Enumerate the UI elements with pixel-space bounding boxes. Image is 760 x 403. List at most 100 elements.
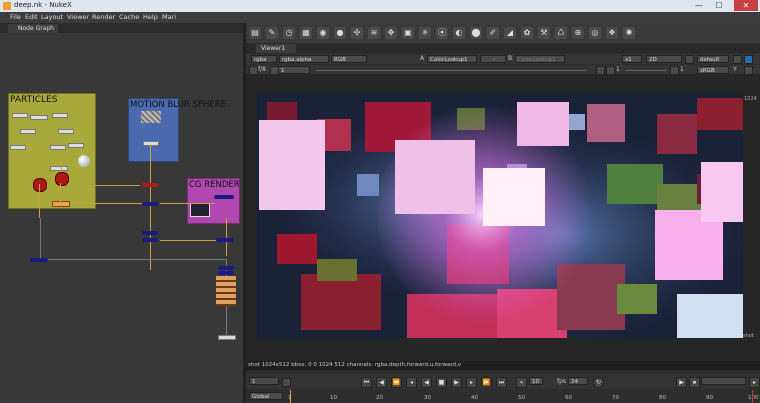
timeline[interactable]: Global 1 10 20 30 40 50 60 70 80 90 100 xyxy=(246,390,760,403)
lut-dropdown[interactable]: default xyxy=(697,55,729,63)
lock-icon[interactable] xyxy=(733,55,742,64)
menu-edit[interactable]: Edit xyxy=(25,13,38,21)
grid-icon[interactable] xyxy=(744,55,753,64)
input-b-dropdown[interactable]: ColorLookup1 xyxy=(515,55,565,63)
backdrop-particles[interactable]: PARTICLES xyxy=(8,93,96,209)
view-mode-dropdown[interactable]: 2D xyxy=(646,55,682,63)
frame-field[interactable]: 1 xyxy=(278,66,310,74)
skip-to-start-button[interactable]: ⏮ xyxy=(361,377,372,388)
previous-increment-button[interactable]: ⏪ xyxy=(391,377,402,388)
particles-icon[interactable]: ✳ xyxy=(419,27,431,39)
merge-node[interactable] xyxy=(218,266,234,270)
menu-render[interactable]: Render xyxy=(92,13,115,21)
previous-keyframe-button[interactable]: ◀ xyxy=(376,377,387,388)
end-frame-field[interactable] xyxy=(701,377,746,385)
input-a-dropdown[interactable]: ColorLookup1 xyxy=(427,55,477,63)
next-frame-button[interactable]: ▸ xyxy=(466,377,477,388)
channel-icon[interactable]: ▦ xyxy=(300,27,312,39)
keyer-icon[interactable]: ✣ xyxy=(351,27,363,39)
image-thumbnail-node[interactable] xyxy=(141,111,161,123)
node[interactable] xyxy=(50,166,68,171)
filter-icon[interactable]: ● xyxy=(334,27,346,39)
zoom-dropdown[interactable]: x1 xyxy=(622,55,642,63)
skip-to-end-button[interactable]: ⏭ xyxy=(496,377,507,388)
colorspace-dropdown[interactable]: sRGB xyxy=(697,66,729,74)
backdrop-motion-blur[interactable]: MOTION BLUR SPHERE xyxy=(128,98,226,162)
stop-button[interactable]: ■ xyxy=(436,377,447,388)
rendered-image[interactable] xyxy=(257,94,743,338)
color-correct-node-stack[interactable] xyxy=(216,276,236,306)
node[interactable] xyxy=(30,115,48,120)
metadata-icon[interactable]: ⬤ xyxy=(470,27,482,39)
menu-help[interactable]: Help xyxy=(143,13,158,21)
y-channel-label[interactable]: Y xyxy=(733,66,737,74)
node[interactable] xyxy=(10,145,26,150)
furnace-icon[interactable]: ✿ xyxy=(521,27,533,39)
compare-op-dropdown[interactable]: - xyxy=(480,55,506,63)
merge-node[interactable] xyxy=(214,195,234,199)
flipbook-button[interactable]: ▶ xyxy=(676,377,687,388)
backdrop-cg-render[interactable]: CG RENDER xyxy=(187,178,240,224)
menu-cache[interactable]: Cache xyxy=(119,13,139,21)
transform-icon[interactable]: ✥ xyxy=(385,27,397,39)
node[interactable] xyxy=(143,141,159,146)
node-graph-canvas[interactable]: PARTICLES MOTION BLUR SPHERE CG RENDER xyxy=(0,33,243,403)
merge-node[interactable] xyxy=(142,238,158,242)
node[interactable] xyxy=(58,129,74,134)
previous-frame-button[interactable]: ◂ xyxy=(406,377,417,388)
other-icon[interactable]: ◢ xyxy=(504,27,516,39)
node[interactable] xyxy=(12,113,28,118)
channels-dropdown[interactable]: rgba xyxy=(251,55,277,63)
gamma-slider[interactable] xyxy=(626,70,666,71)
node[interactable] xyxy=(20,129,36,134)
loop-mode-button[interactable]: ↻ xyxy=(593,377,604,388)
color-icon[interactable]: ◉ xyxy=(317,27,329,39)
current-frame-field[interactable]: 1 xyxy=(249,377,279,385)
tab-node-graph[interactable]: Node Graph xyxy=(8,24,58,33)
merge-node[interactable] xyxy=(142,231,158,235)
next-increment-button[interactable]: ⏩ xyxy=(481,377,492,388)
merge-node[interactable] xyxy=(142,202,158,206)
keylight-icon[interactable]: ♺ xyxy=(555,27,567,39)
end-toggle-button[interactable]: ▸ xyxy=(749,377,760,388)
camera-tracker-icon[interactable]: ⊕ xyxy=(572,27,584,39)
lock-range-icon[interactable] xyxy=(282,378,291,387)
fps-field[interactable]: 24 xyxy=(568,377,588,385)
node[interactable] xyxy=(50,145,66,150)
ocula-icon[interactable]: ⚒ xyxy=(538,27,550,39)
particle-output-node[interactable] xyxy=(52,201,70,207)
proxy-field[interactable]: 1 xyxy=(680,66,684,74)
dot-node[interactable] xyxy=(30,258,48,262)
gizmo-icon-1[interactable]: ◎ xyxy=(589,27,601,39)
image-icon[interactable]: ▤ xyxy=(249,27,261,39)
menu-layout[interactable]: Layout xyxy=(41,13,63,21)
time-icon[interactable]: ◷ xyxy=(283,27,295,39)
range-mode-dropdown[interactable]: Global xyxy=(249,392,283,400)
merge-icon[interactable]: ≋ xyxy=(368,27,380,39)
cg-render-thumbnail[interactable] xyxy=(190,203,210,217)
menu-file[interactable]: File xyxy=(10,13,21,21)
menu-mari[interactable]: Mari xyxy=(162,13,176,21)
alpha-channel-dropdown[interactable]: rgba.alpha xyxy=(279,55,329,63)
merge-node[interactable] xyxy=(218,271,234,275)
roi-icon[interactable] xyxy=(685,55,694,64)
merge-node[interactable] xyxy=(142,183,158,187)
node[interactable] xyxy=(52,113,68,118)
gain-slider[interactable] xyxy=(316,70,586,71)
gamma-field[interactable]: 1 xyxy=(616,66,620,74)
merge-node[interactable] xyxy=(216,238,234,242)
deep-icon[interactable]: ⦿ xyxy=(436,27,448,39)
maximize-button[interactable]: ☐ xyxy=(710,0,728,11)
tab-viewer1[interactable]: Viewer1 xyxy=(256,44,296,53)
in-out-button[interactable]: ⏹ xyxy=(689,377,700,388)
menu-viewer[interactable]: Viewer xyxy=(67,13,89,21)
minimize-button[interactable]: — xyxy=(690,0,708,11)
draw-icon[interactable]: ✎ xyxy=(266,27,278,39)
node[interactable] xyxy=(68,143,84,148)
play-backward-button[interactable]: ◀ xyxy=(421,377,432,388)
views-icon[interactable]: ◐ xyxy=(453,27,465,39)
close-button[interactable]: ✕ xyxy=(734,0,758,11)
out-point-marker[interactable] xyxy=(752,390,753,403)
toolsets-icon[interactable]: ✐ xyxy=(487,27,499,39)
display-channels-dropdown[interactable]: RGB xyxy=(331,55,367,63)
